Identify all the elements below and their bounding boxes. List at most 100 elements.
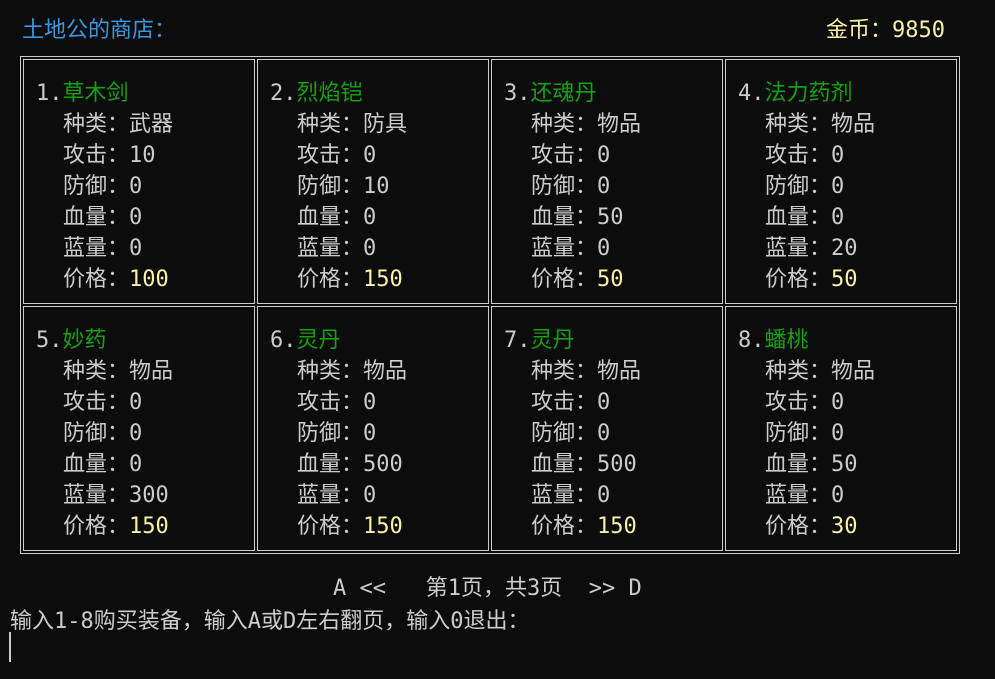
item-card[interactable]: 5. 妙药 种类：物品 攻击：0 防御：0 血量：0 蓝量：300 价格：150 [23,306,255,551]
item-defense: 防御：0 [504,171,722,202]
mp-value: 0 [363,236,377,261]
mp-value: 0 [597,483,611,508]
mp-label: 蓝量： [63,483,130,508]
type-label: 种类： [297,359,364,384]
defense-label: 防御： [765,421,832,446]
gold-display: 金币：9850 [826,12,945,44]
item-header: 5. 妙药 [36,325,254,356]
item-mp: 蓝量：20 [738,233,956,264]
item-card[interactable]: 7. 灵丹 种类：物品 攻击：0 防御：0 血量：500 蓝量：0 价格：150 [491,306,723,551]
mp-label: 蓝量： [531,236,598,261]
attack-label: 攻击： [63,143,130,168]
hp-value: 0 [831,205,845,230]
item-price: 价格：50 [738,264,956,295]
price-label: 价格： [63,267,130,292]
mp-label: 蓝量： [765,236,832,261]
mp-label: 蓝量： [765,483,832,508]
item-number: 7. [504,328,531,353]
item-name: 法力药剂 [764,81,853,106]
item-price: 价格：150 [504,511,722,542]
item-type: 种类：物品 [36,356,254,387]
item-name: 烈焰铠 [296,81,363,106]
item-card[interactable]: 4. 法力药剂 种类：物品 攻击：0 防御：0 血量：0 蓝量：20 价格：50 [725,59,957,304]
item-card[interactable]: 1. 草木剑 种类：武器 攻击：10 防御：0 血量：0 蓝量：0 价格：100 [23,59,255,304]
price-value: 150 [363,267,403,292]
hp-value: 0 [129,452,143,477]
item-mp: 蓝量：0 [504,480,722,511]
hp-label: 血量： [765,452,832,477]
page-indicator: 第1页，共3页 [425,576,563,601]
type-label: 种类： [63,112,130,137]
attack-value: 0 [831,143,845,168]
mp-label: 蓝量： [297,236,364,261]
pager-prev[interactable]: A << [333,576,386,601]
item-type: 种类：物品 [504,356,722,387]
item-hp: 血量：0 [36,449,254,480]
price-value: 50 [597,267,624,292]
item-hp: 血量：0 [36,202,254,233]
hp-value: 50 [831,452,858,477]
item-price: 价格：50 [504,264,722,295]
price-label: 价格： [297,514,364,539]
mp-value: 0 [129,236,143,261]
hp-label: 血量： [531,452,598,477]
item-price: 价格：150 [36,511,254,542]
price-value: 150 [597,514,637,539]
item-number: 3. [504,81,531,106]
item-card[interactable]: 2. 烈焰铠 种类：防具 攻击：0 防御：10 血量：0 蓝量：0 价格：150 [257,59,489,304]
item-number: 6. [270,328,297,353]
price-label: 价格： [297,267,364,292]
defense-value: 0 [129,421,143,446]
type-label: 种类： [765,112,832,137]
item-number: 5. [36,328,63,353]
text-cursor[interactable] [9,632,11,662]
item-attack: 攻击：0 [738,140,956,171]
hp-label: 血量： [531,205,598,230]
defense-label: 防御： [765,174,832,199]
item-grid: 1. 草木剑 种类：武器 攻击：10 防御：0 血量：0 蓝量：0 价格：100 2. 烈焰铠 种类… [20,56,960,554]
item-hp: 血量：50 [504,202,722,233]
price-value: 50 [831,267,858,292]
item-card[interactable]: 6. 灵丹 种类：物品 攻击：0 防御：0 血量：500 蓝量：0 价格：150 [257,306,489,551]
item-name: 还魂丹 [530,81,597,106]
item-header: 3. 还魂丹 [504,78,722,109]
type-value: 物品 [597,112,642,137]
item-price: 价格：30 [738,511,956,542]
type-label: 种类： [531,359,598,384]
item-type: 种类：物品 [270,356,488,387]
type-label: 种类： [297,112,364,137]
item-mp: 蓝量：0 [36,233,254,264]
defense-value: 0 [129,174,143,199]
item-mp: 蓝量：0 [738,480,956,511]
mp-value: 300 [129,483,169,508]
price-label: 价格： [765,514,832,539]
item-attack: 攻击：0 [504,387,722,418]
hp-value: 500 [597,452,637,477]
price-label: 价格： [531,514,598,539]
hp-label: 血量： [297,205,364,230]
item-price: 价格：150 [270,511,488,542]
hp-value: 0 [363,205,377,230]
item-card[interactable]: 3. 还魂丹 种类：物品 攻击：0 防御：0 血量：50 蓝量：0 价格：50 [491,59,723,304]
attack-label: 攻击： [63,390,130,415]
mp-label: 蓝量： [63,236,130,261]
item-header: 6. 灵丹 [270,325,488,356]
item-card[interactable]: 8. 蟠桃 种类：物品 攻击：0 防御：0 血量：50 蓝量：0 价格：30 [725,306,957,551]
defense-value: 0 [363,421,377,446]
gold-label: 金币： [826,18,893,43]
hp-label: 血量： [297,452,364,477]
pager-next[interactable]: >> D [589,576,642,601]
attack-label: 攻击： [531,143,598,168]
item-header: 7. 灵丹 [504,325,722,356]
gold-value: 9850 [892,18,945,43]
mp-value: 0 [597,236,611,261]
item-attack: 攻击：10 [36,140,254,171]
item-price: 价格：150 [270,264,488,295]
attack-value: 10 [129,143,156,168]
type-value: 物品 [129,359,174,384]
defense-value: 10 [363,174,390,199]
item-number: 4. [738,81,765,106]
attack-value: 0 [597,390,611,415]
hp-value: 50 [597,205,624,230]
item-header: 4. 法力药剂 [738,78,956,109]
